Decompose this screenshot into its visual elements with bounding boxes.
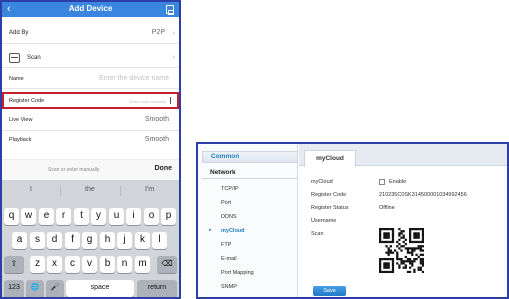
- register-code-label: Register Code: [311, 192, 347, 198]
- key-e[interactable]: e: [39, 208, 54, 225]
- text-cursor: [170, 97, 171, 104]
- key-c[interactable]: c: [65, 256, 80, 273]
- key-o[interactable]: o: [144, 208, 159, 225]
- save-button[interactable]: Save: [313, 286, 346, 296]
- shift-key[interactable]: ⇧: [4, 256, 24, 273]
- sidebar: Common Network TCP/IP Port DDNS ▸ myClou…: [198, 144, 298, 297]
- input-hint: Scan or enter manually: [48, 167, 100, 173]
- sidebar-network[interactable]: Network: [202, 166, 298, 179]
- key-w[interactable]: w: [21, 208, 36, 225]
- key-u[interactable]: u: [109, 208, 124, 225]
- divider: [60, 186, 61, 196]
- suggestion-item[interactable]: I'm: [145, 186, 154, 193]
- playback-label: Playback: [9, 137, 32, 143]
- live-view-label: Live View: [9, 117, 33, 123]
- suggestion-bar: I the I'm: [2, 180, 179, 202]
- add-by-label: Add By: [9, 30, 29, 36]
- playback-row[interactable]: Playback Smooth: [2, 131, 179, 150]
- microphone-icon[interactable]: 🎤: [46, 280, 64, 297]
- key-d[interactable]: d: [47, 232, 62, 249]
- page-title: Add Device: [68, 4, 113, 13]
- key-y[interactable]: y: [91, 208, 106, 225]
- screenshot-root: ‹ Add Device Add By P2P › Scan › Name En…: [0, 0, 509, 299]
- keyboard-accessory-bar: Scan or enter manually Done: [2, 159, 179, 180]
- live-view-value: Smooth: [144, 116, 169, 123]
- chevron-right-icon: ›: [172, 30, 175, 37]
- key-j[interactable]: j: [117, 232, 132, 249]
- register-code-row[interactable]: Register Code Enter code manually: [2, 92, 179, 109]
- key-k[interactable]: k: [135, 232, 150, 249]
- add-by-row[interactable]: Add By P2P ›: [2, 24, 179, 44]
- key-l[interactable]: l: [152, 232, 167, 249]
- done-button[interactable]: Done: [155, 165, 173, 172]
- space-key[interactable]: space: [66, 280, 134, 297]
- chevron-right-icon: ›: [172, 54, 175, 61]
- phone-add-device-screen: ‹ Add Device Add By P2P › Scan › Name En…: [0, 0, 181, 299]
- save-icon[interactable]: [166, 5, 174, 15]
- name-row[interactable]: Name Enter the device name: [2, 69, 179, 89]
- sidebar-item-email[interactable]: E-mail: [221, 256, 237, 262]
- scan-label: Scan: [311, 231, 324, 237]
- key-v[interactable]: v: [82, 256, 97, 273]
- on-screen-keyboard: I the I'm q w e r t y u i o p a s d f g …: [2, 180, 179, 297]
- key-t[interactable]: t: [74, 208, 89, 225]
- key-a[interactable]: a: [12, 232, 27, 249]
- key-g[interactable]: g: [82, 232, 97, 249]
- key-n[interactable]: n: [117, 256, 132, 273]
- register-code-value: 210235C0SK31450000103499245​6: [379, 192, 467, 198]
- key-q[interactable]: q: [4, 208, 19, 225]
- app-header: ‹ Add Device: [2, 2, 179, 17]
- sidebar-item-snmp[interactable]: SNMP: [221, 284, 237, 290]
- sidebar-item-tcpip[interactable]: TCP/IP: [221, 186, 239, 192]
- mycloud-label: myCloud: [311, 179, 333, 185]
- divider: [120, 186, 121, 196]
- register-code-label: Register Code: [9, 98, 45, 104]
- sidebar-item-ftp[interactable]: FTP: [221, 242, 231, 248]
- qr-code-icon: [379, 228, 424, 273]
- sidebar-item-ddns[interactable]: DDNS: [221, 214, 237, 220]
- key-f[interactable]: f: [65, 232, 80, 249]
- tab-bar: myCloud: [299, 144, 507, 167]
- scan-icon: [9, 53, 20, 63]
- sidebar-common[interactable]: Common: [202, 151, 298, 163]
- sidebar-item-port-mapping[interactable]: Port Mapping: [221, 270, 254, 276]
- register-status-value: Offline: [379, 205, 395, 211]
- tab-mycloud[interactable]: myCloud: [304, 150, 356, 167]
- enable-label: Enable: [389, 179, 407, 185]
- key-s[interactable]: s: [30, 232, 45, 249]
- add-by-value: P2P: [151, 29, 165, 36]
- key-b[interactable]: b: [100, 256, 115, 273]
- sidebar-item-port[interactable]: Port: [221, 200, 231, 206]
- suggestion-item[interactable]: the: [85, 186, 95, 193]
- key-h[interactable]: h: [100, 232, 115, 249]
- suggestion-item[interactable]: I: [30, 186, 32, 193]
- return-key[interactable]: return: [137, 280, 177, 297]
- scan-row[interactable]: Scan ›: [2, 50, 179, 68]
- mycloud-form: myCloud Enable Register Code 210235C0SK3…: [299, 167, 507, 297]
- delete-key[interactable]: ⌫: [157, 256, 177, 273]
- enable-checkbox[interactable]: [379, 179, 385, 185]
- numbers-key[interactable]: 123: [4, 280, 24, 297]
- key-r[interactable]: r: [56, 208, 71, 225]
- playback-value: Smooth: [144, 136, 169, 143]
- web-mycloud-settings: Common Network TCP/IP Port DDNS ▸ myClou…: [196, 142, 509, 299]
- sidebar-item-mycloud[interactable]: myCloud: [221, 228, 245, 234]
- scan-label: Scan: [27, 55, 41, 61]
- globe-icon[interactable]: 🌐: [26, 280, 44, 297]
- triangle-right-icon: ▸: [209, 227, 212, 233]
- key-z[interactable]: z: [30, 256, 45, 273]
- username-label: Username: [311, 218, 337, 224]
- key-p[interactable]: p: [161, 208, 176, 225]
- name-field[interactable]: Enter the device name: [99, 75, 169, 82]
- key-i[interactable]: i: [126, 208, 141, 225]
- register-code-field[interactable]: Enter code manually: [130, 99, 166, 104]
- key-m[interactable]: m: [135, 256, 150, 273]
- name-label: Name: [9, 76, 24, 82]
- register-status-label: Register Status: [311, 205, 349, 211]
- live-view-row[interactable]: Live View Smooth: [2, 112, 179, 131]
- key-x[interactable]: x: [47, 256, 62, 273]
